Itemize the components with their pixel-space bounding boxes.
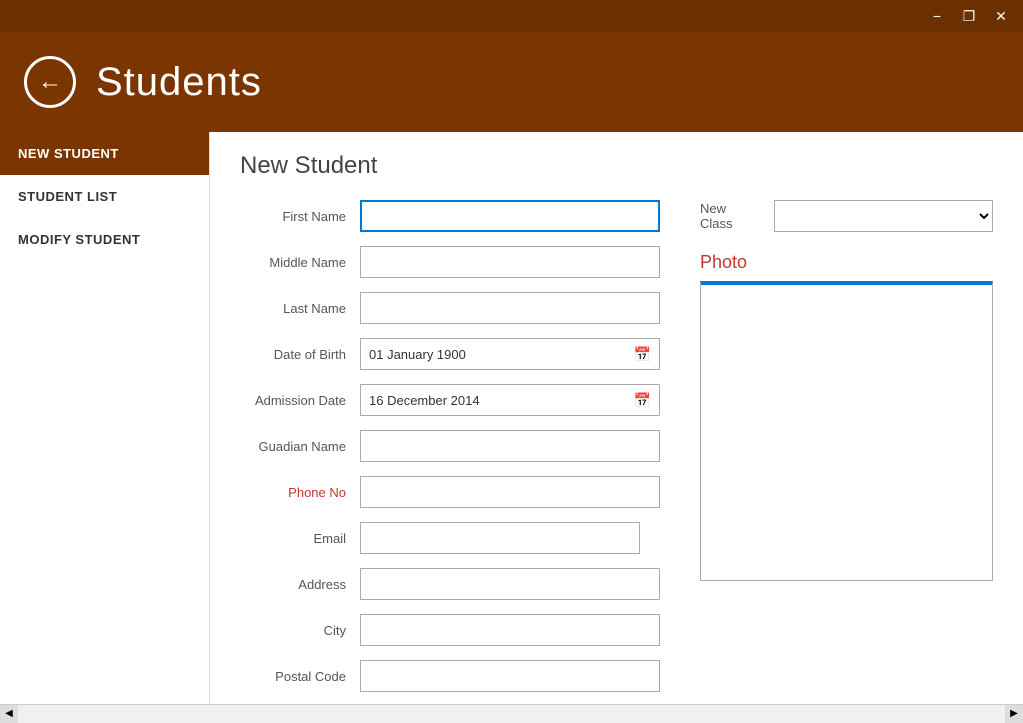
main-area: NEW STUDENT STUDENT LIST MODIFY STUDENT … — [0, 132, 1023, 704]
last-name-input[interactable] — [360, 292, 660, 324]
sidebar-item-new-student[interactable]: NEW STUDENT — [0, 132, 209, 175]
guardian-name-input[interactable] — [360, 430, 660, 462]
city-label: City — [240, 623, 360, 638]
sidebar-item-modify-student[interactable]: MODIFY STUDENT — [0, 218, 209, 261]
bottom-scrollbar: ◀ ▶ — [0, 704, 1023, 722]
minimize-button[interactable]: − — [927, 6, 947, 26]
app-header: ← Students — [0, 32, 1023, 132]
class-select[interactable] — [774, 200, 993, 232]
title-bar: − ❐ ✕ — [0, 0, 1023, 32]
dob-calendar-icon: 📅 — [634, 346, 651, 363]
city-row: City — [240, 614, 660, 646]
postal-code-label: Postal Code — [240, 669, 360, 684]
admission-date-value: 16 December 2014 — [369, 393, 480, 408]
dob-input[interactable]: 01 January 1900 📅 — [360, 338, 660, 370]
admission-date-row: Admission Date 16 December 2014 📅 — [240, 384, 660, 416]
sidebar: NEW STUDENT STUDENT LIST MODIFY STUDENT — [0, 132, 210, 704]
restore-button[interactable]: ❐ — [959, 6, 979, 26]
last-name-row: Last Name — [240, 292, 660, 324]
address-input[interactable] — [360, 568, 660, 600]
photo-box[interactable] — [700, 281, 993, 581]
first-name-row: First Name — [240, 200, 660, 232]
back-arrow-icon: ← — [38, 68, 62, 96]
phone-no-label: Phone No — [240, 485, 360, 500]
address-label: Address — [240, 577, 360, 592]
first-name-input[interactable] — [360, 200, 660, 232]
scroll-left-arrow[interactable]: ◀ — [0, 705, 18, 723]
email-label: Email — [240, 531, 360, 546]
form-left: First Name Middle Name Last Name Date of… — [240, 200, 660, 704]
first-name-label: First Name — [240, 209, 360, 224]
dob-value: 01 January 1900 — [369, 347, 466, 362]
middle-name-row: Middle Name — [240, 246, 660, 278]
middle-name-input[interactable] — [360, 246, 660, 278]
city-input[interactable] — [360, 614, 660, 646]
phone-no-input[interactable] — [360, 476, 660, 508]
address-row: Address — [240, 568, 660, 600]
scroll-right-arrow[interactable]: ▶ — [1005, 705, 1023, 723]
middle-name-label: Middle Name — [240, 255, 360, 270]
dob-label: Date of Birth — [240, 347, 360, 362]
form-layout: First Name Middle Name Last Name Date of… — [240, 200, 993, 704]
email-row: Email — [240, 522, 660, 554]
phone-no-row: Phone No — [240, 476, 660, 508]
admission-date-label: Admission Date — [240, 393, 360, 408]
last-name-label: Last Name — [240, 301, 360, 316]
admission-date-calendar-icon: 📅 — [634, 392, 651, 409]
class-label: New Class — [700, 201, 762, 231]
photo-label: Photo — [700, 252, 993, 273]
guardian-name-label: Guadian Name — [240, 439, 360, 454]
postal-code-row: Postal Code — [240, 660, 660, 692]
guardian-name-row: Guadian Name — [240, 430, 660, 462]
dob-row: Date of Birth 01 January 1900 📅 — [240, 338, 660, 370]
app-title: Students — [96, 60, 262, 105]
right-panel: New Class Photo — [700, 200, 993, 704]
admission-date-input[interactable]: 16 December 2014 📅 — [360, 384, 660, 416]
postal-code-input[interactable] — [360, 660, 660, 692]
content-area: New Student First Name Middle Name Last … — [210, 132, 1023, 704]
email-input[interactable] — [360, 522, 640, 554]
page-title: New Student — [240, 152, 993, 180]
class-row: New Class — [700, 200, 993, 232]
sidebar-item-student-list[interactable]: STUDENT LIST — [0, 175, 209, 218]
close-button[interactable]: ✕ — [991, 6, 1011, 26]
back-button[interactable]: ← — [24, 56, 76, 108]
